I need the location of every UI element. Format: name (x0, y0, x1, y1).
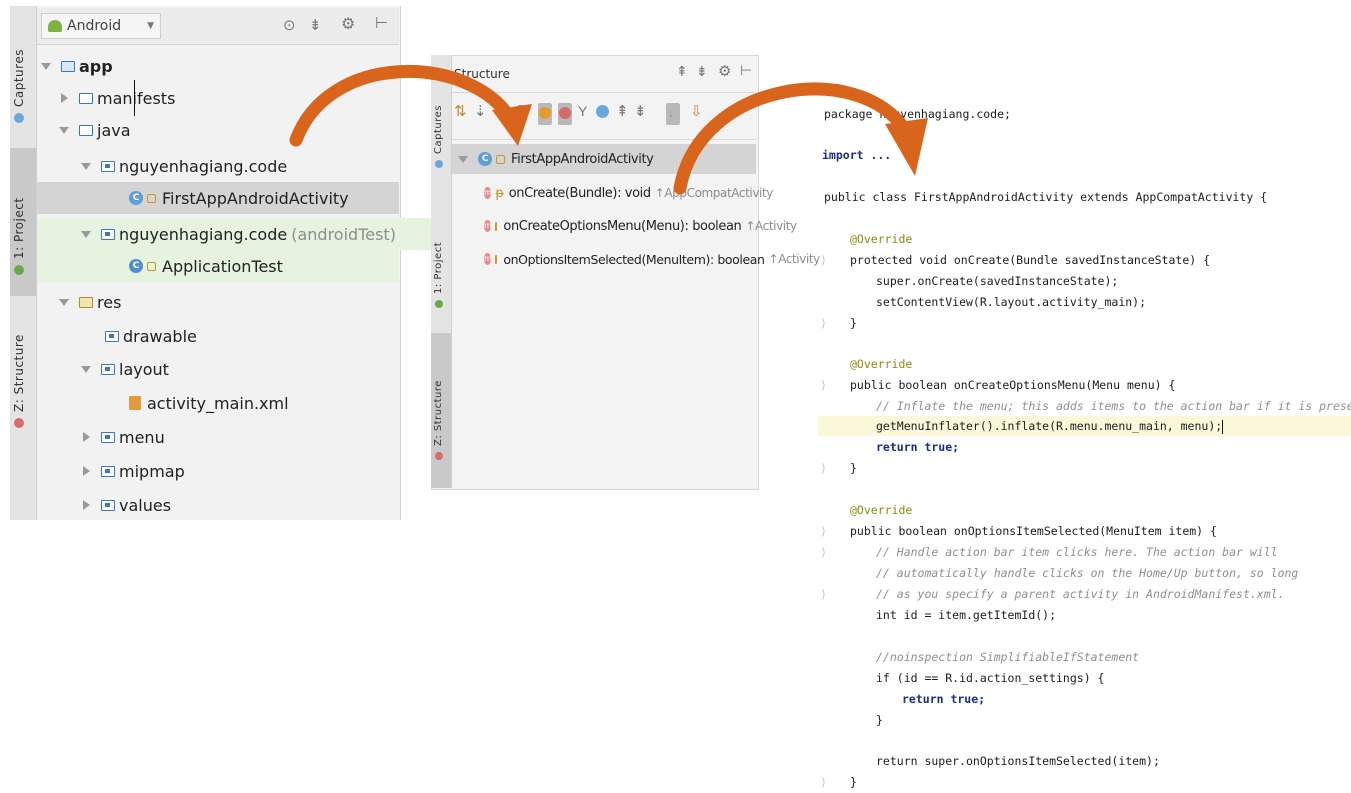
arrowhead-icon (885, 118, 928, 176)
arrow-structure-to-code (673, 82, 912, 195)
flow-arrows (289, 65, 928, 195)
arrowhead-icon (492, 104, 532, 146)
arrow-project-to-structure (289, 65, 517, 147)
